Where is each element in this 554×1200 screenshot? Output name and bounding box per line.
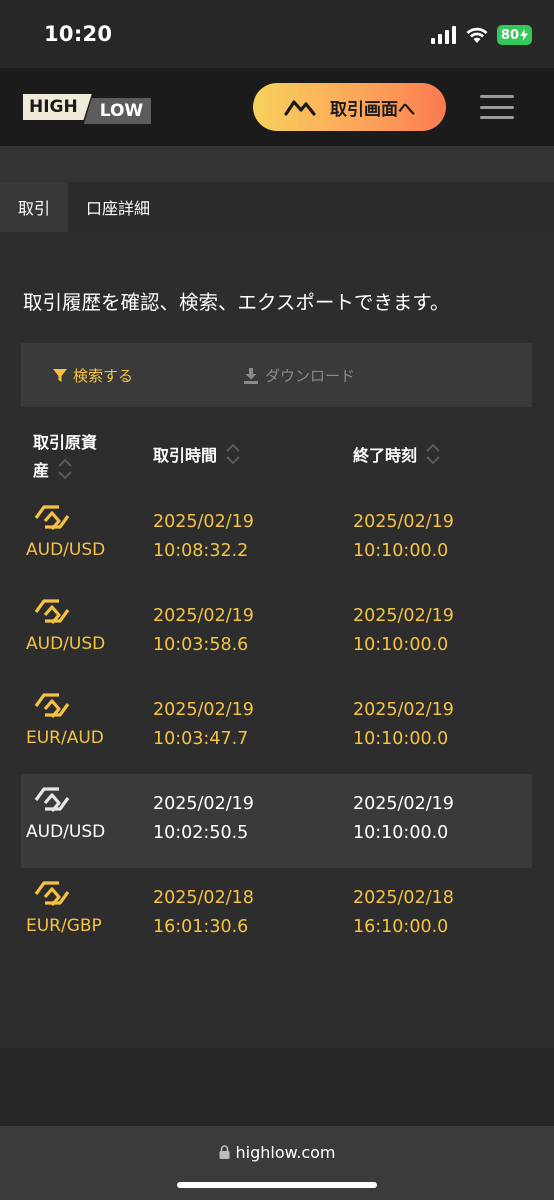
trade-time-cell: 2025/02/18 16:01:30.6 — [153, 884, 254, 942]
history-toolbar: 検索する ダウンロード — [21, 343, 532, 407]
end-date: 2025/02/19 — [353, 512, 454, 532]
status-bar: 10:20 80 — [0, 0, 554, 68]
download-label: ダウンロード — [265, 367, 356, 385]
trade-date: 2025/02/19 — [153, 794, 254, 814]
table-row[interactable]: AUD/USD 2025/02/19 10:03:58.6 2025/02/19… — [21, 586, 532, 680]
end-date: 2025/02/19 — [353, 700, 454, 720]
header-asset[interactable]: 取引原資 産 — [33, 429, 97, 481]
end-date: 2025/02/19 — [353, 794, 454, 814]
currency-pair-icon — [34, 881, 70, 906]
battery-icon: 80 — [496, 25, 532, 45]
home-indicator[interactable] — [177, 1182, 377, 1188]
asset-name: AUD/USD — [26, 822, 106, 842]
download-icon — [244, 367, 258, 384]
url-display[interactable]: highlow.com — [0, 1143, 554, 1162]
logo-high: HIGH — [23, 94, 92, 120]
end-time: 16:10:00.0 — [353, 917, 449, 937]
end-time-cell: 2025/02/19 10:10:00.0 — [353, 790, 454, 848]
app-header: HIGH LOW 取引画面へ — [0, 68, 554, 146]
trade-history-panel: 取引履歴を確認、検索、エクスポートできます。 検索する ダウンロード 取引原資 … — [0, 232, 554, 1048]
tab-account-details[interactable]: 口座詳細 — [68, 182, 168, 232]
table-row[interactable]: AUD/USD 2025/02/19 10:02:50.5 2025/02/19… — [21, 774, 532, 868]
trade-time: 10:08:32.2 — [153, 541, 249, 561]
header-asset-line1: 取引原資 — [33, 433, 98, 452]
end-time: 10:10:00.0 — [353, 729, 449, 749]
page-footer — [0, 1048, 554, 1126]
header-trade-time-label: 取引時間 — [153, 446, 218, 465]
filter-icon — [53, 368, 67, 382]
signal-icon — [430, 26, 456, 44]
url-text: highlow.com — [235, 1143, 336, 1162]
currency-pair-icon — [34, 505, 70, 530]
sort-icon — [226, 443, 240, 465]
table-row[interactable]: AUD/USD 2025/02/19 10:08:32.2 2025/02/19… — [21, 492, 532, 586]
end-time-cell: 2025/02/19 10:10:00.0 — [353, 696, 454, 754]
header-asset-line2: 産 — [33, 461, 50, 480]
lock-icon — [219, 1145, 229, 1159]
status-time: 10:20 — [44, 22, 113, 46]
browser-url-bar[interactable]: highlow.com — [0, 1126, 554, 1200]
trade-time: 16:01:30.6 — [153, 917, 249, 937]
trade-time: 10:03:47.7 — [153, 729, 249, 749]
logo-low: LOW — [83, 98, 152, 124]
trade-date: 2025/02/19 — [153, 512, 254, 532]
highlow-logo[interactable]: HIGH LOW — [23, 94, 152, 124]
battery-level: 80 — [500, 27, 519, 43]
end-time: 10:10:00.0 — [353, 635, 449, 655]
sort-icon — [426, 443, 440, 465]
table-row[interactable]: EUR/AUD 2025/02/19 10:03:47.7 2025/02/19… — [21, 680, 532, 774]
end-date: 2025/02/19 — [353, 606, 454, 626]
currency-pair-icon — [34, 787, 70, 812]
status-icons: 80 — [430, 24, 532, 46]
header-end-time-label: 終了時刻 — [353, 446, 418, 465]
end-time-cell: 2025/02/18 16:10:00.0 — [353, 884, 454, 942]
search-label: 検索する — [73, 367, 134, 385]
currency-pair-icon — [34, 599, 70, 624]
end-date: 2025/02/18 — [353, 888, 454, 908]
sort-icon — [58, 458, 72, 480]
wifi-icon — [466, 27, 488, 43]
trade-time-cell: 2025/02/19 10:03:47.7 — [153, 696, 254, 754]
header-trade-time[interactable]: 取引時間 — [153, 442, 241, 466]
tab-bar: 取引 口座詳細 — [0, 182, 554, 232]
header-end-time[interactable]: 終了時刻 — [353, 442, 441, 466]
trade-date: 2025/02/19 — [153, 606, 254, 626]
end-time: 10:10:00.0 — [353, 823, 449, 843]
end-time-cell: 2025/02/19 10:10:00.0 — [353, 508, 454, 566]
header-spacer — [0, 146, 554, 182]
trade-time-cell: 2025/02/19 10:08:32.2 — [153, 508, 254, 566]
trade-time-cell: 2025/02/19 10:02:50.5 — [153, 790, 254, 848]
trade-date: 2025/02/19 — [153, 700, 254, 720]
trade-time-cell: 2025/02/19 10:03:58.6 — [153, 602, 254, 660]
end-time-cell: 2025/02/19 10:10:00.0 — [353, 602, 454, 660]
table-row[interactable]: EUR/GBP 2025/02/18 16:01:30.6 2025/02/18… — [21, 868, 532, 962]
download-button[interactable]: ダウンロード — [243, 365, 355, 386]
search-button[interactable]: 検索する — [53, 365, 133, 386]
currency-pair-icon — [34, 693, 70, 718]
trade-time: 10:02:50.5 — [153, 823, 249, 843]
trade-screen-button[interactable]: 取引画面へ — [253, 83, 446, 131]
hamburger-menu-icon[interactable] — [480, 95, 514, 119]
page-description: 取引履歴を確認、検索、エクスポートできます。 — [23, 291, 450, 314]
end-time: 10:10:00.0 — [353, 541, 449, 561]
asset-name: AUD/USD — [26, 540, 106, 560]
asset-name: AUD/USD — [26, 634, 106, 654]
asset-name: EUR/GBP — [26, 916, 102, 936]
trade-time: 10:03:58.6 — [153, 635, 249, 655]
trade-screen-label: 取引画面へ — [330, 99, 415, 120]
tab-trade[interactable]: 取引 — [0, 182, 69, 232]
trade-date: 2025/02/18 — [153, 888, 254, 908]
chart-line-icon — [284, 100, 316, 116]
asset-name: EUR/AUD — [26, 728, 104, 748]
